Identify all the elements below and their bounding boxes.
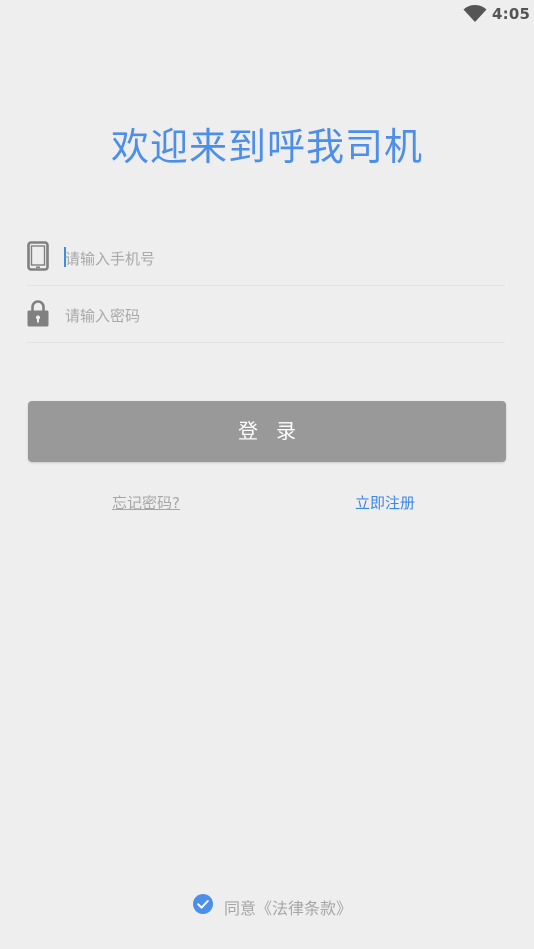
lock-icon	[27, 300, 49, 327]
mobile-phone-icon	[27, 241, 49, 271]
password-field[interactable]: 请输入密码	[27, 286, 505, 343]
check-circle-icon[interactable]	[193, 894, 213, 914]
forgot-password-link[interactable]: 忘记密码?	[112, 492, 180, 513]
wifi-icon	[463, 5, 487, 22]
phone-input-placeholder[interactable]: 请输入手机号	[65, 248, 155, 269]
page-title: 欢迎来到呼我司机	[110, 125, 423, 169]
status-time: 4:05	[492, 5, 531, 23]
login-button[interactable]: 登录	[28, 401, 506, 462]
register-link[interactable]: 立即注册	[355, 492, 415, 513]
agreement-text[interactable]: 同意《法律条款》	[224, 895, 352, 919]
password-input-placeholder[interactable]: 请输入密码	[65, 305, 140, 326]
phone-field[interactable]: 请输入手机号	[27, 229, 505, 286]
status-bar: 4:05	[0, 0, 534, 28]
